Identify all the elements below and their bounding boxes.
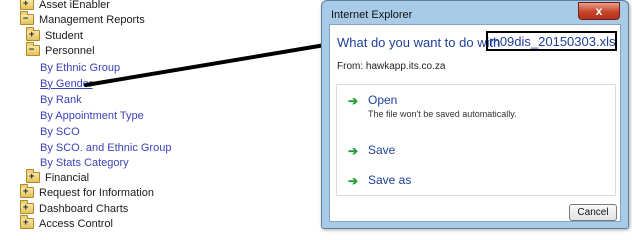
download-question: What do you want to do with <box>337 35 501 50</box>
option-label: Save as <box>368 173 412 187</box>
option-description: The file won't be saved automatically. <box>368 109 517 119</box>
cancel-button[interactable]: Cancel <box>569 204 617 221</box>
dialog-title: Internet Explorer <box>331 9 413 21</box>
close-button[interactable]: x <box>578 2 620 20</box>
download-dialog: Internet Explorer x What do you want to … <box>321 0 629 229</box>
green-arrow-icon: ➔ <box>348 144 359 158</box>
download-source: From: hawkapp.its.co.za <box>337 61 446 72</box>
file-name-highlight: m09dis_20150303.xlsx? <box>486 31 617 51</box>
green-arrow-icon: ➔ <box>348 94 359 108</box>
annotation-line <box>84 41 339 87</box>
close-icon: x <box>595 4 603 18</box>
download-options: ➔ Open The file won't be saved automatic… <box>336 84 616 196</box>
open-option[interactable]: ➔ Open The file won't be saved automatic… <box>337 85 615 135</box>
option-label: Open <box>368 93 398 107</box>
save-as-option[interactable]: ➔ Save as <box>337 165 615 195</box>
file-name: m09dis_20150303.xlsx? <box>489 33 617 49</box>
option-label: Save <box>368 143 396 157</box>
dialog-body: What do you want to do with m09dis_20150… <box>329 24 621 222</box>
green-arrow-icon: ➔ <box>348 174 359 188</box>
save-option[interactable]: ➔ Save <box>337 135 615 165</box>
